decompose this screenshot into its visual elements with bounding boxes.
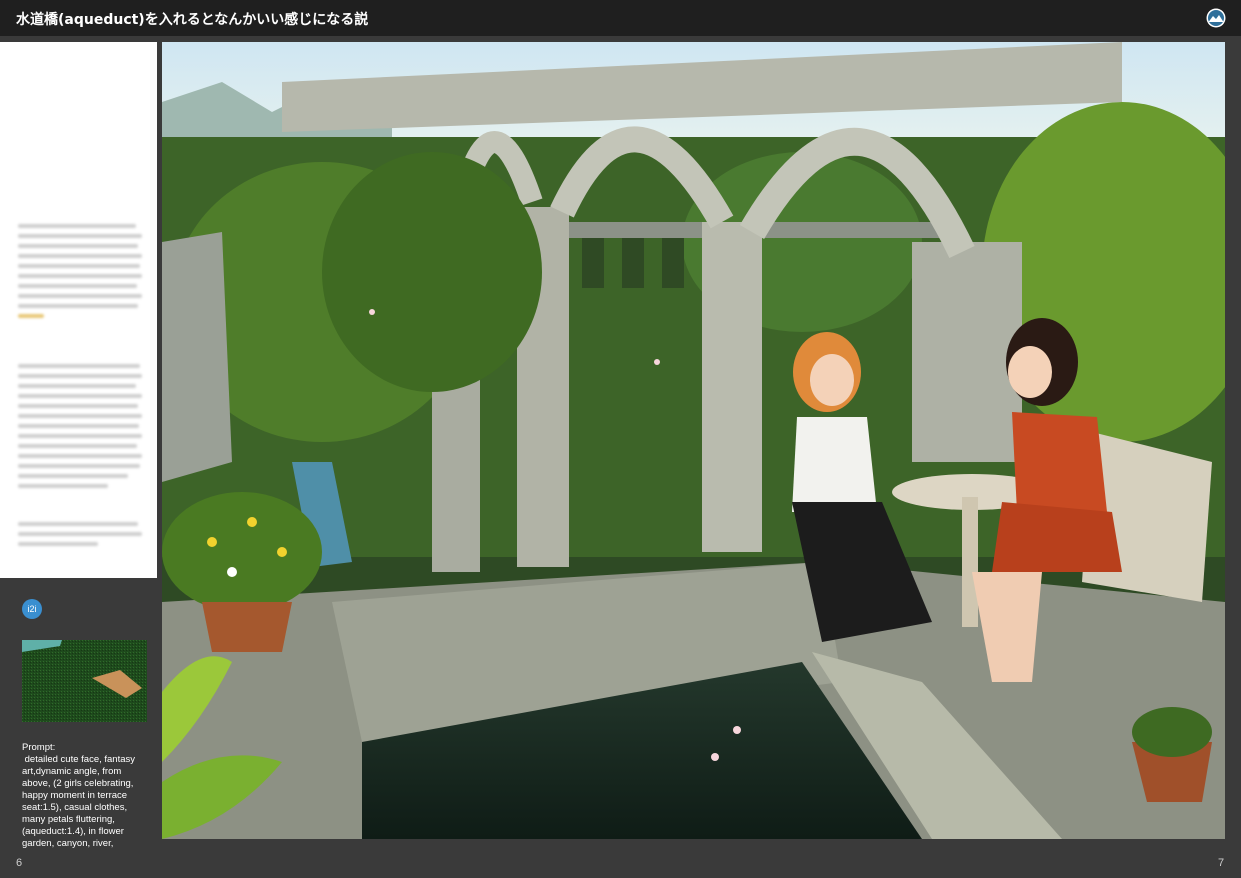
blurred-paragraph xyxy=(18,522,142,552)
prompt-body: detailed cute face, fantasy art,dynamic … xyxy=(22,754,138,849)
left-page-column: i2i Prompt: detailed cute face, fantasy … xyxy=(0,42,157,878)
page-number-right: 7 xyxy=(1218,857,1225,869)
i2i-badge: i2i xyxy=(22,599,42,619)
page-title: 水道橋(aqueduct)を入れるとなんかいい感じになる説 xyxy=(16,12,369,28)
source-thumbnail xyxy=(22,640,147,722)
prompt-text-block: Prompt: detailed cute face, fantasy art,… xyxy=(22,742,150,850)
prompt-label: Prompt: xyxy=(22,742,56,753)
blurred-paragraph xyxy=(18,364,142,494)
page-number-left: 6 xyxy=(16,857,23,869)
top-bar: 水道橋(aqueduct)を入れるとなんかいい感じになる説 xyxy=(0,0,1241,36)
blurred-text-panel xyxy=(0,42,157,578)
mountain-logo-icon xyxy=(1206,8,1226,28)
blurred-paragraph xyxy=(18,224,142,324)
aqueduct-illustration xyxy=(162,42,1225,839)
